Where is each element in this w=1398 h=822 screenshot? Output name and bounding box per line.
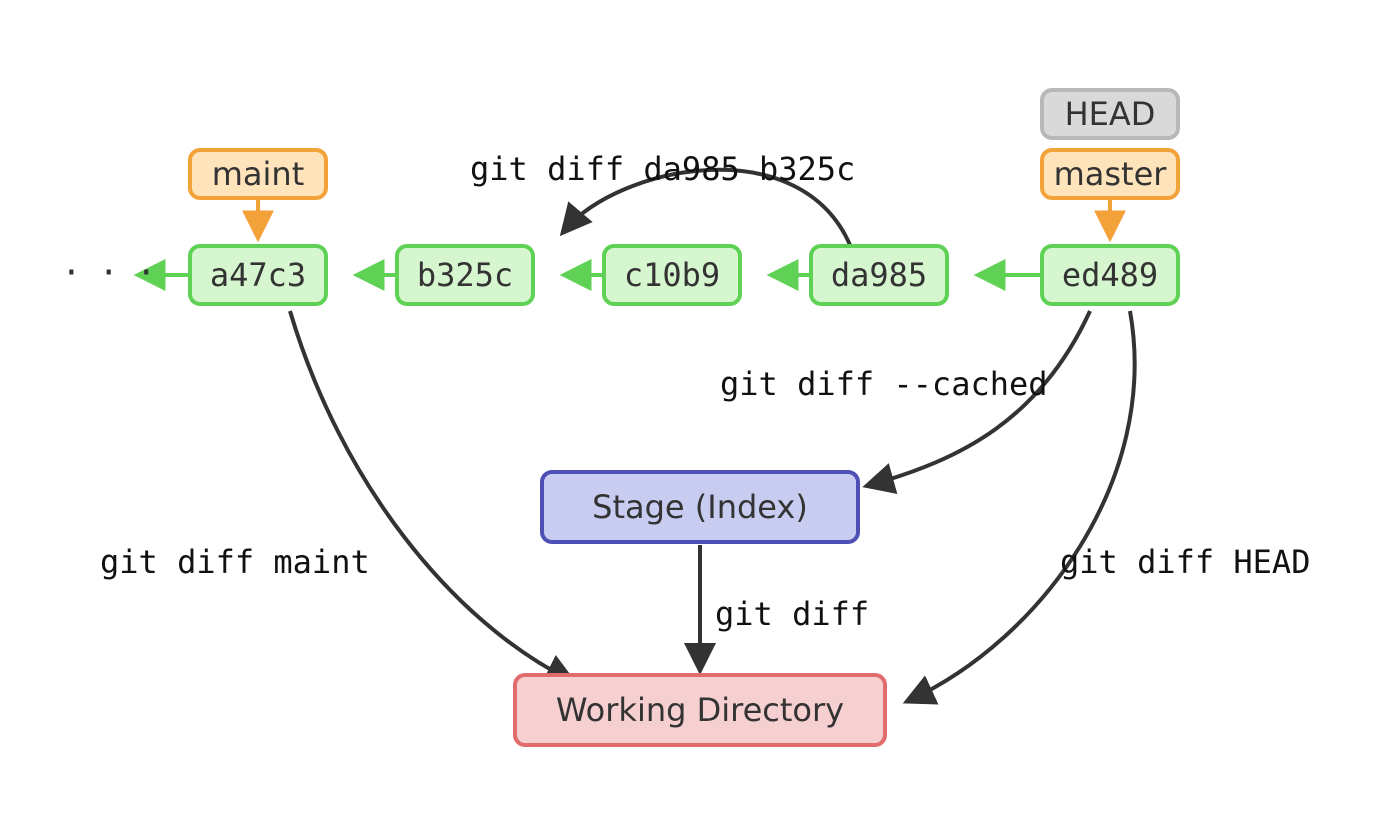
commit-da985: da985 bbox=[809, 244, 949, 306]
ellipsis-more-commits: · · · bbox=[65, 250, 159, 296]
stage-index-box: Stage (Index) bbox=[540, 470, 860, 544]
commit-ed489: ed489 bbox=[1040, 244, 1180, 306]
working-directory-box: Working Directory bbox=[513, 673, 887, 747]
branch-master: master bbox=[1040, 148, 1180, 200]
git-diff-diagram: · · · a47c3 b325c c10b9 da985 ed489 main… bbox=[0, 0, 1398, 822]
label-git-diff-commits: git diff da985 b325c bbox=[470, 150, 855, 188]
label-git-diff-cached: git diff --cached bbox=[720, 365, 1048, 403]
commit-b325c: b325c bbox=[395, 244, 535, 306]
commit-a47c3: a47c3 bbox=[188, 244, 328, 306]
label-git-diff: git diff bbox=[715, 595, 869, 633]
label-git-diff-maint: git diff maint bbox=[100, 543, 370, 581]
label-git-diff-head: git diff HEAD bbox=[1060, 543, 1310, 581]
ref-head: HEAD bbox=[1040, 88, 1180, 140]
commit-c10b9: c10b9 bbox=[602, 244, 742, 306]
branch-maint: maint bbox=[188, 148, 328, 200]
